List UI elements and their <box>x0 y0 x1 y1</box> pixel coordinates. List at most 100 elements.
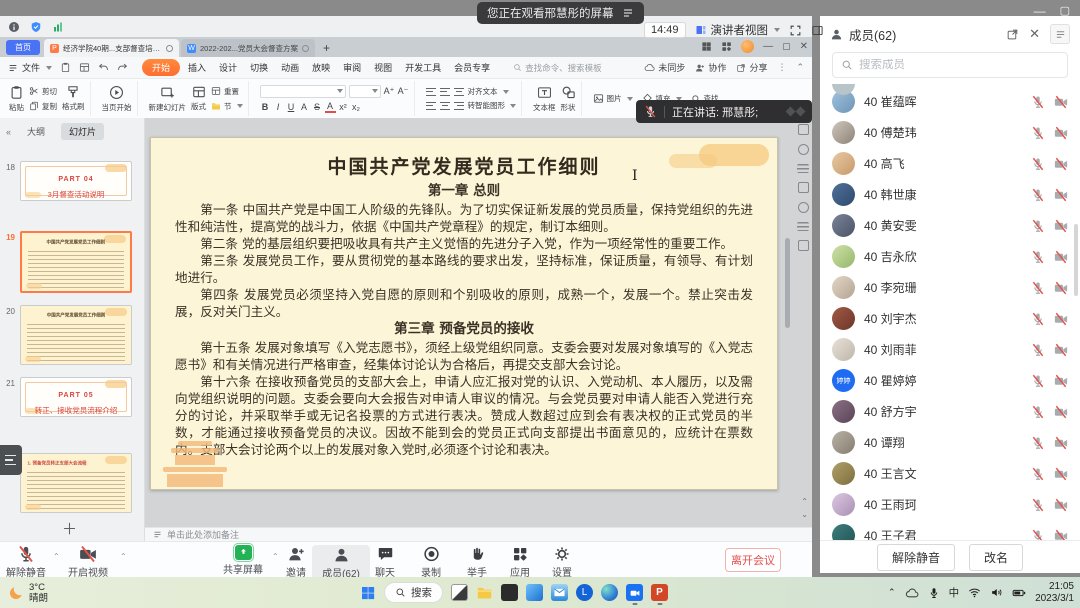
popout-panel-icon[interactable] <box>1006 28 1019 41</box>
muted-mic-icon[interactable] <box>1031 467 1045 481</box>
lenovo-app-icon[interactable]: L <box>576 584 593 601</box>
camera-off-icon[interactable] <box>1054 219 1068 233</box>
member-row[interactable]: 40 王言文 <box>820 458 1080 489</box>
muted-mic-icon[interactable] <box>1031 281 1045 295</box>
battery-icon[interactable] <box>1012 586 1026 600</box>
member-row[interactable]: 40 黄安雯 <box>820 210 1080 241</box>
rename-button[interactable]: 改名 <box>969 544 1023 571</box>
ribbon-tab[interactable]: 设计 <box>214 59 242 76</box>
bullets-button[interactable] <box>426 88 436 96</box>
member-row[interactable]: 40 刘雨菲 <box>820 334 1080 365</box>
comment-icon[interactable] <box>798 202 809 213</box>
share-button[interactable]: 分享 <box>736 61 767 74</box>
font-color-button[interactable]: A <box>325 101 336 113</box>
sync-status[interactable]: 未同步 <box>644 61 685 74</box>
slide-paragraph[interactable]: 第四条 发展党员必须坚持入党自愿的原则和个别吸收的原则，成熟一个，发展一个。禁止… <box>175 286 753 320</box>
camera-off-icon[interactable] <box>1054 529 1068 541</box>
ribbon-tab[interactable]: 会员专享 <box>449 59 495 76</box>
member-row[interactable]: 40 高飞 <box>820 148 1080 179</box>
collapse-panel-icon[interactable]: « <box>6 127 11 137</box>
font-name-select[interactable] <box>260 85 346 98</box>
bold-button[interactable]: B <box>260 102 271 112</box>
member-row[interactable]: 40 傅楚玮 <box>820 117 1080 148</box>
member-list-scrollbar[interactable] <box>1074 224 1078 296</box>
member-row[interactable]: 40 谭翔 <box>820 427 1080 458</box>
reset-button[interactable]: 重置 <box>211 86 243 97</box>
taskbar-search[interactable]: 搜索 <box>384 582 443 603</box>
wps-home-button[interactable]: 首页 <box>6 40 40 55</box>
camera-off-icon[interactable] <box>1054 436 1068 450</box>
design-icon[interactable] <box>798 182 809 193</box>
ribbon-tab[interactable]: 插入 <box>183 59 211 76</box>
ribbon-tab[interactable]: 放映 <box>307 59 335 76</box>
muted-mic-icon[interactable] <box>1031 405 1045 419</box>
mail-icon[interactable] <box>551 584 568 601</box>
wifi-icon[interactable] <box>968 586 981 599</box>
superscript-button[interactable]: x² <box>338 102 349 112</box>
add-slide-button[interactable]: ＋ <box>62 518 77 539</box>
slide-paragraph[interactable]: 第二条 党的基层组织要把吸收具有共产主义觉悟的先进分子入党，作为一项经常性的重要… <box>175 235 753 252</box>
muted-mic-icon[interactable] <box>1031 498 1045 512</box>
community-icon[interactable] <box>721 41 732 52</box>
numbering-button[interactable] <box>440 88 450 96</box>
onedrive-icon[interactable] <box>905 586 919 600</box>
layout-button[interactable]: 版式 <box>191 85 206 112</box>
banner-menu-icon[interactable] <box>622 7 634 19</box>
settings-button[interactable]: 设置 <box>533 545 591 579</box>
muted-mic-icon[interactable] <box>1031 95 1045 109</box>
slide-thumbnail-card[interactable]: PART 05 转正、接收党员流程介绍 <box>20 377 132 417</box>
camera-off-icon[interactable] <box>1054 405 1068 419</box>
task-view-icon[interactable] <box>451 584 468 601</box>
member-row[interactable]: 40 舒方宇 <box>820 396 1080 427</box>
properties-icon[interactable] <box>798 124 809 135</box>
slide-paragraph[interactable]: 第三条 发展党员工作，要从贯彻党的基本路线的要求出发，坚持标准，保证质量，有领导… <box>175 252 753 286</box>
powerpoint-icon[interactable]: P <box>651 584 668 601</box>
camera-off-icon[interactable] <box>1054 281 1068 295</box>
smart-graphic-button[interactable]: 转智能图形 <box>468 100 517 111</box>
member-row[interactable]: 婷婷 40 瞿婷婷 <box>820 365 1080 396</box>
camera-off-icon[interactable] <box>1054 312 1068 326</box>
collaborate-button[interactable]: 协作 <box>695 61 726 74</box>
align-left-button[interactable] <box>426 102 436 110</box>
textbox-button[interactable]: 文本框 <box>533 85 556 113</box>
copy-button[interactable]: 复制 <box>29 101 57 112</box>
workspace-icon[interactable] <box>701 41 712 52</box>
muted-mic-icon[interactable] <box>1031 188 1045 202</box>
indent-decrease-button[interactable] <box>454 88 464 96</box>
slide-thumbnail-card[interactable]: 1. 预备党员转正支部大会流程 <box>20 453 132 513</box>
underline-button[interactable]: U <box>286 102 297 112</box>
ribbon-tab[interactable]: 动画 <box>276 59 304 76</box>
muted-mic-icon[interactable] <box>1031 529 1045 541</box>
slide-thumbnail[interactable]: 18 PART 04 3月督查活动说明 <box>0 161 144 201</box>
member-row[interactable]: 40 刘宇杰 <box>820 303 1080 334</box>
member-row[interactable]: 40 王子君 <box>820 520 1080 540</box>
camera-off-icon[interactable] <box>1054 250 1068 264</box>
member-row[interactable]: 40 王雨珂 <box>820 489 1080 520</box>
slide-thumbnail-card[interactable]: PART 04 3月督查活动说明 <box>20 161 132 201</box>
slide-canvas[interactable]: 中国共产党发展党员工作细则 第一章 总则第一条 中国共产党是中国工人阶级的先锋队… <box>150 137 778 490</box>
tray-mic-icon[interactable] <box>928 587 940 599</box>
command-search[interactable]: 查找命令、搜索模板 <box>513 62 602 74</box>
shapes-button[interactable]: 形状 <box>561 85 576 113</box>
new-tab-button[interactable]: + <box>323 41 330 55</box>
slide-thumbnail[interactable]: 21 PART 05 转正、接收党员流程介绍 <box>0 377 144 417</box>
wps-account-avatar[interactable] <box>741 40 754 53</box>
camera-off-icon[interactable] <box>1054 498 1068 512</box>
unmute-button[interactable]: 解除静音 <box>877 544 955 571</box>
increase-font-button[interactable]: A⁺ <box>384 86 395 97</box>
taskbar-clock[interactable]: 21:05 2023/3/1 <box>1035 581 1074 605</box>
meeting-app-icon[interactable] <box>626 584 643 601</box>
slide-body[interactable]: 第一章 总则第一条 中国共产党是中国工人阶级的先锋队。为了切实保证新发展的党员质… <box>175 182 753 458</box>
paste-button[interactable]: 粘贴 <box>9 85 24 113</box>
member-search-input[interactable] <box>859 59 1039 71</box>
muted-mic-icon[interactable] <box>1031 436 1045 450</box>
picture-button[interactable]: 图片 <box>593 93 633 104</box>
camera-off-icon[interactable] <box>1054 188 1068 202</box>
file-menu[interactable]: 文件 <box>8 61 52 74</box>
ime-indicator[interactable]: 中 <box>949 585 960 600</box>
slide-paragraph[interactable]: 第一章 总则 <box>175 182 753 201</box>
font-size-select[interactable] <box>349 85 381 98</box>
ribbon-tab[interactable]: 视图 <box>369 59 397 76</box>
wps-maximize-icon[interactable]: ▢ <box>782 41 791 52</box>
ribbon-tab[interactable]: 审阅 <box>338 59 366 76</box>
